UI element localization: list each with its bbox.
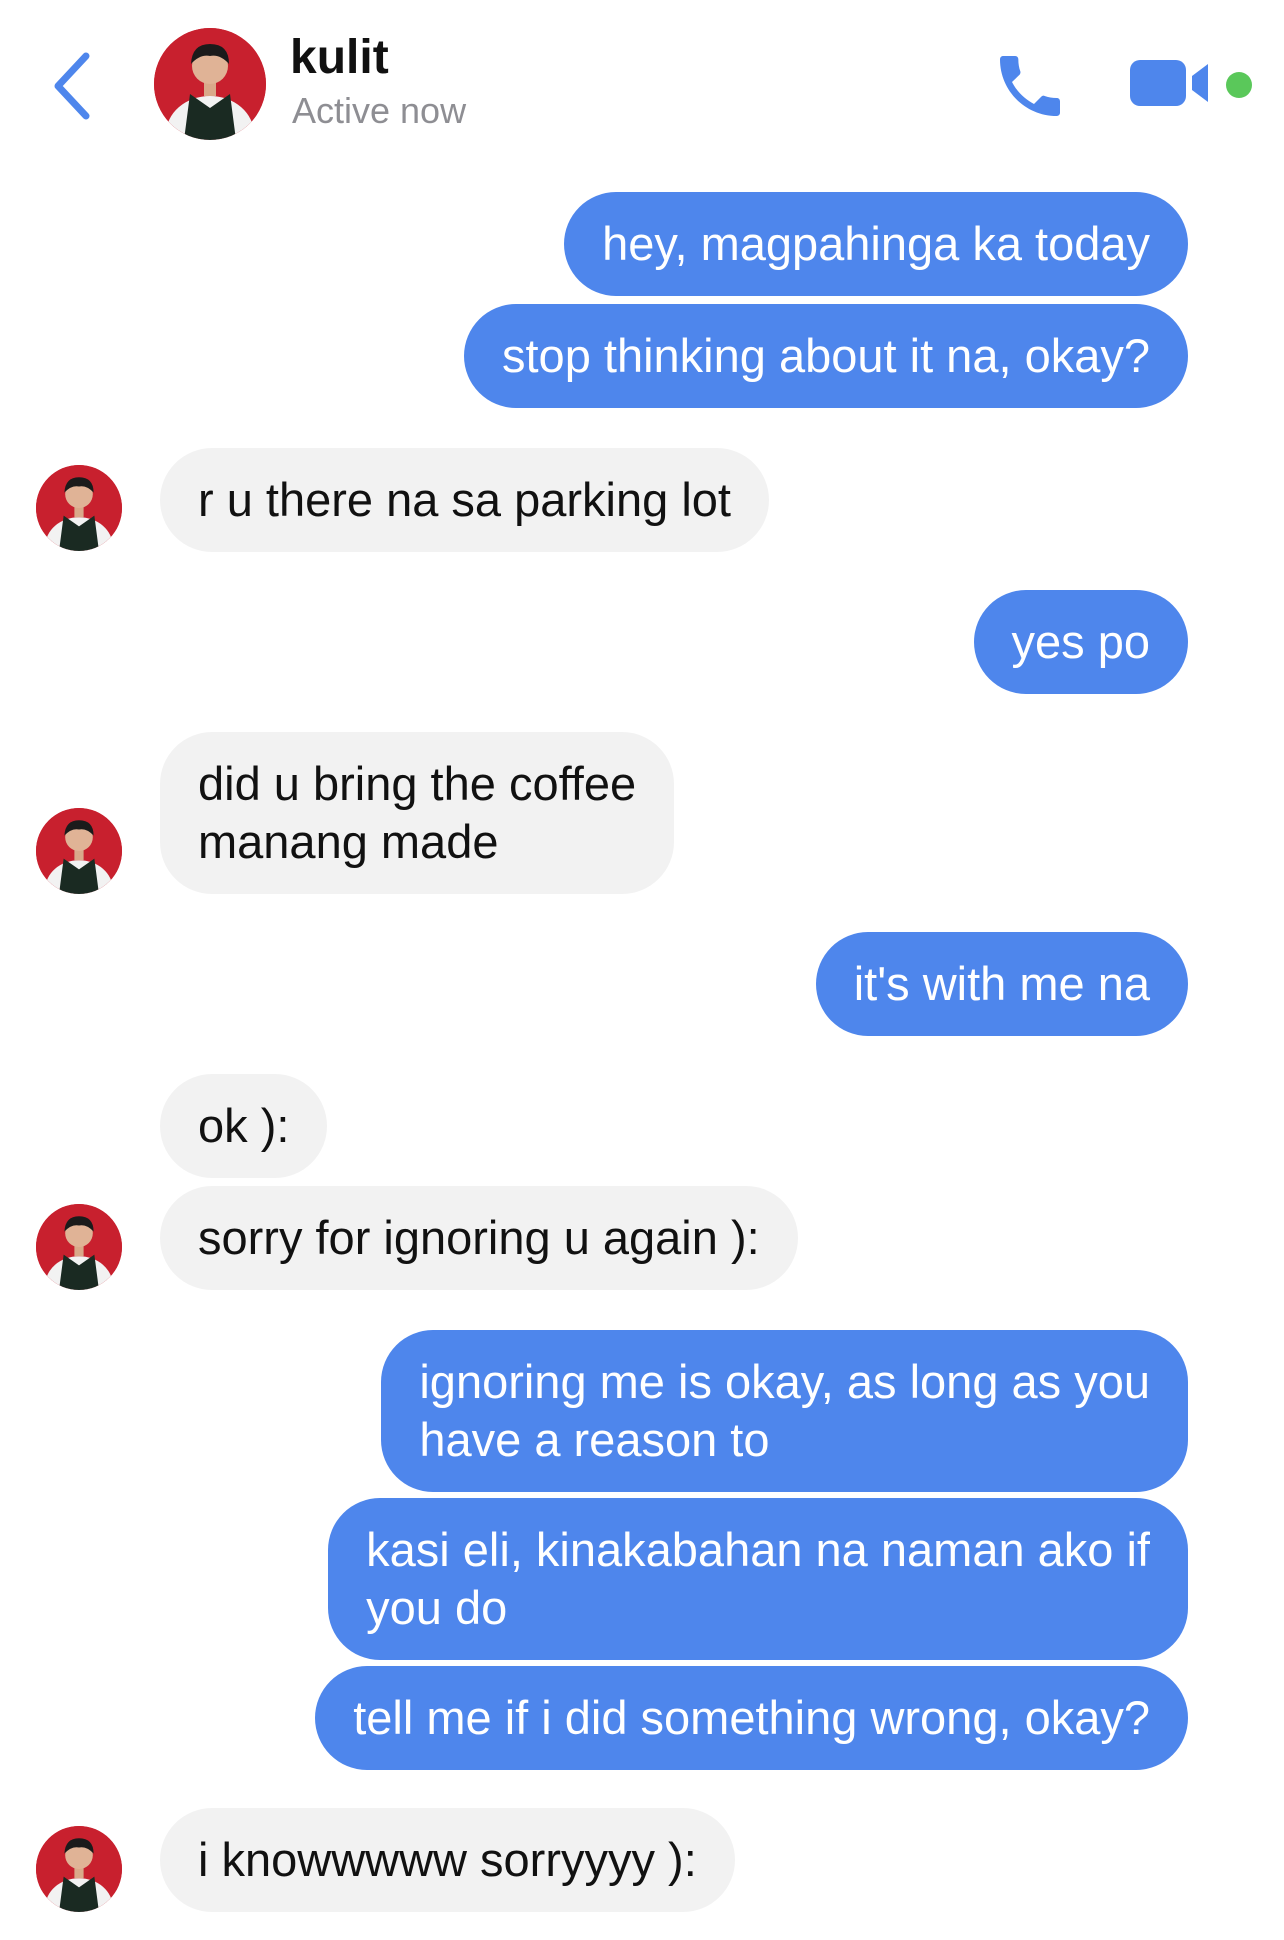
outgoing-message[interactable]: kasi eli, kinakabahan na naman ako if yo… [328,1498,1188,1660]
chevron-left-icon [54,52,90,120]
incoming-message[interactable]: r u there na sa parking lot [160,448,769,552]
active-indicator-dot [1226,72,1252,98]
incoming-message[interactable]: did u bring the coffee manang made [160,732,675,894]
phone-icon [1000,56,1060,116]
contact-avatar[interactable] [154,28,266,140]
active-status: Active now [292,90,467,131]
incoming-message[interactable]: sorry for ignoring u again ): [160,1186,798,1290]
voice-call-button[interactable] [990,46,1070,126]
outgoing-message[interactable]: tell me if i did something wrong, okay? [315,1666,1188,1770]
video-camera-icon [1130,60,1208,106]
contact-name[interactable]: kulit [290,30,389,85]
back-button[interactable] [44,48,104,124]
sender-avatar[interactable] [36,465,122,551]
incoming-message[interactable]: i knowwwww sorryyyy ): [160,1808,735,1912]
sender-avatar[interactable] [36,1204,122,1290]
outgoing-message[interactable]: ignoring me is okay, as long as you have… [381,1330,1188,1492]
incoming-message[interactable]: ok ): [160,1074,328,1178]
outgoing-message[interactable]: yes po [973,590,1188,694]
sender-avatar[interactable] [36,1826,122,1912]
video-call-button[interactable] [1128,54,1218,114]
outgoing-message[interactable]: stop thinking about it na, okay? [464,304,1188,408]
outgoing-message[interactable]: it's with me na [815,932,1188,1036]
chat-header: kulit Active now [0,0,1284,160]
outgoing-message[interactable]: hey, magpahinga ka today [564,192,1188,296]
sender-avatar[interactable] [36,808,122,894]
